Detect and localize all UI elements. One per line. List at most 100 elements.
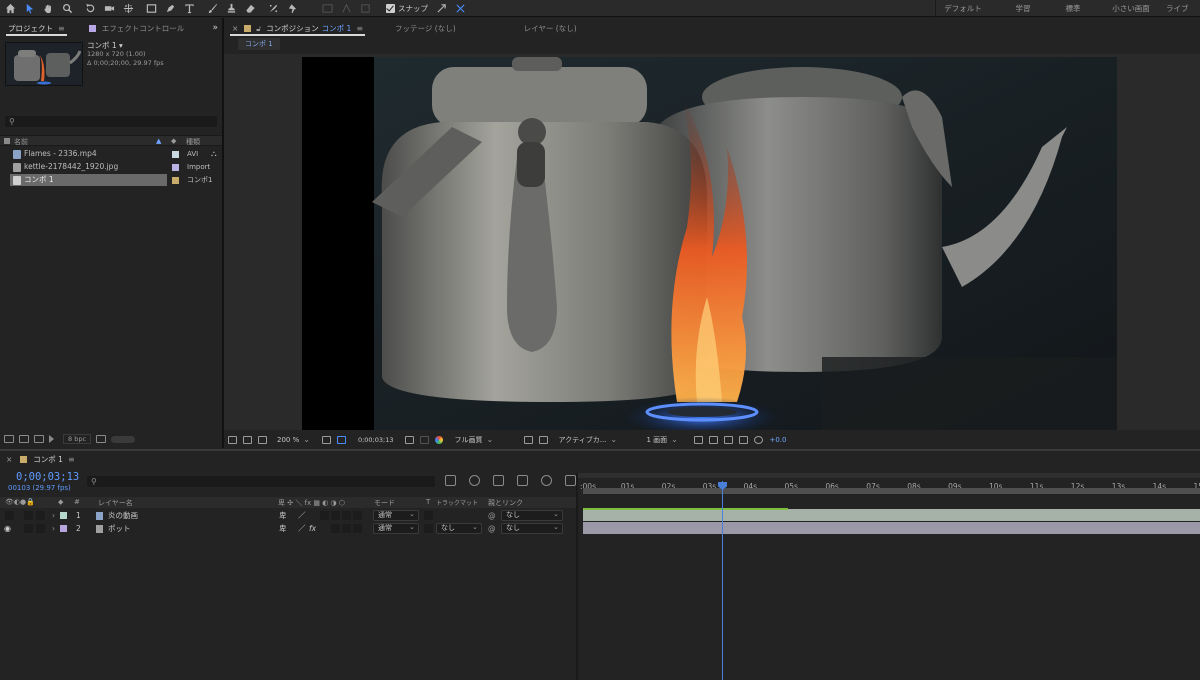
project-item-flames[interactable]: Flames - 2336.mp4 AVI ⛬ (0, 148, 222, 160)
tab-composition[interactable]: × 🔓︎ コンポジション コンポ 1 ≡ (224, 20, 371, 37)
tab-footage[interactable]: フッテージ (なし) (387, 20, 464, 37)
label-swatch[interactable] (172, 177, 179, 184)
workspace-small-screen[interactable]: 小さい画面 (1096, 3, 1166, 14)
layer-label-swatch[interactable] (60, 512, 67, 519)
composition-viewer[interactable] (224, 54, 1200, 430)
snap-checkbox[interactable] (386, 3, 395, 13)
hand-icon[interactable] (40, 0, 57, 17)
label-swatch[interactable] (172, 151, 179, 158)
panel-overflow-icon[interactable]: » (212, 23, 218, 33)
col-parent-header[interactable]: 親とリンク (488, 498, 523, 508)
timeline-divider[interactable] (576, 473, 578, 680)
zoom-icon[interactable] (59, 0, 76, 17)
exposure-reset-icon[interactable] (754, 435, 764, 444)
pan-behind-icon[interactable] (120, 0, 137, 17)
switch-box[interactable] (331, 524, 340, 533)
mask-view-icon[interactable] (258, 435, 267, 444)
camera-dropdown[interactable]: アクティブカ... (558, 435, 638, 445)
motion-blur-icon[interactable] (541, 475, 552, 486)
pickwhip-icon[interactable]: @ (488, 522, 496, 535)
exposure-value[interactable]: +0.0 (769, 436, 786, 444)
always-preview-icon[interactable] (228, 435, 237, 444)
col-trkmat-header[interactable]: トラックマット (436, 498, 478, 507)
safe-margins-icon[interactable] (321, 435, 331, 444)
bit-depth-button[interactable]: 8 bpc (63, 434, 92, 444)
switch-box[interactable] (342, 524, 351, 533)
camera-icon[interactable] (101, 0, 118, 17)
expand-icon[interactable]: › (52, 509, 55, 522)
layer-1-duration-bar[interactable] (583, 508, 1200, 521)
frame-blending-icon[interactable] (517, 475, 528, 486)
preserve-transparency-toggle[interactable] (424, 511, 433, 520)
clone-stamp-icon[interactable] (223, 0, 240, 17)
transparency-grid-icon[interactable] (336, 435, 346, 444)
close-icon[interactable]: × (232, 24, 238, 33)
snap-feature-icon[interactable] (452, 0, 469, 17)
panel-menu-icon[interactable]: ≡ (58, 24, 65, 33)
puppet-pin-icon[interactable] (284, 0, 301, 17)
parent-select[interactable]: なし (501, 510, 563, 521)
roto-brush-icon[interactable] (265, 0, 282, 17)
col-mode-header[interactable]: モード (374, 498, 395, 508)
video-toggle[interactable] (5, 511, 14, 520)
layer-row-1[interactable]: › 1 炎の動画 卑 ／ 通常 @ なし (0, 509, 577, 522)
work-area-bar[interactable] (583, 488, 1200, 494)
new-comp-icon[interactable] (34, 435, 44, 443)
color-channel-icon[interactable] (435, 435, 444, 444)
timeline-search-input[interactable]: ⚲ (87, 476, 435, 487)
fast-previews-icon[interactable] (709, 435, 719, 444)
playhead-line[interactable] (722, 481, 723, 680)
label-swatch[interactable] (172, 164, 179, 171)
layer-label-swatch[interactable] (60, 525, 67, 532)
switch-box[interactable] (342, 511, 351, 520)
shy-switch-icon[interactable]: 卑 (279, 509, 287, 522)
tab-effect-controls[interactable]: エフェクトコントロール (81, 20, 193, 37)
fx-switch-icon[interactable]: fx (309, 522, 316, 535)
pickwhip-icon[interactable]: @ (488, 509, 496, 522)
project-item-comp[interactable]: コンポ 1 コンポ1 (0, 174, 222, 186)
workspace-default[interactable]: デフォルト (930, 3, 996, 14)
snap-toggle[interactable]: スナップ (386, 3, 428, 14)
workspace-libraries[interactable]: ライブ (1166, 3, 1200, 14)
expand-icon[interactable]: › (52, 522, 55, 535)
switch-box[interactable] (353, 524, 362, 533)
switch-box[interactable] (331, 511, 340, 520)
timeline-link-icon[interactable] (724, 435, 734, 444)
panel-menu-icon[interactable]: ≡ (356, 24, 363, 33)
toggle-pixel-aspect-icon[interactable] (694, 435, 704, 444)
interpret-footage-icon[interactable] (4, 435, 14, 443)
graph-editor-icon[interactable] (565, 475, 576, 486)
draft-3d-icon[interactable] (469, 475, 480, 486)
comp-flowchart-crumb[interactable]: コンポ 1 (238, 38, 280, 50)
parent-select[interactable]: なし (501, 523, 563, 534)
project-item-kettle[interactable]: kettle-2178442_1920.jpg Import (0, 161, 222, 173)
lock-toggle[interactable] (36, 524, 45, 533)
switch-box[interactable] (320, 511, 329, 520)
brush-icon[interactable] (204, 0, 221, 17)
quality-switch-icon[interactable]: ／ (298, 522, 306, 535)
shy-switch-icon[interactable]: 卑 (279, 522, 287, 535)
col-type-header[interactable]: 種類 (186, 137, 200, 147)
col-name-header[interactable]: 名前 (14, 137, 28, 147)
composition-canvas[interactable] (302, 57, 1117, 430)
thumbnail-slider[interactable] (111, 435, 136, 443)
tab-timeline-comp[interactable]: コンポ 1 (33, 454, 63, 465)
toggle-transparency-icon[interactable] (539, 435, 549, 444)
selection-tool-icon[interactable] (21, 0, 38, 17)
preserve-transparency-toggle[interactable] (424, 524, 433, 533)
workspace-standard[interactable]: 標準 (1050, 3, 1096, 14)
pen-icon[interactable] (162, 0, 179, 17)
views-dropdown[interactable]: 1 画面 (646, 435, 688, 445)
workspace-learn[interactable]: 学習 (996, 3, 1050, 14)
track-matte-select[interactable]: なし (436, 523, 482, 534)
home-icon[interactable] (2, 0, 19, 17)
close-icon[interactable]: × (6, 455, 12, 464)
solo-toggle[interactable] (24, 524, 33, 533)
rectangle-icon[interactable] (143, 0, 160, 17)
layer-name[interactable]: ポット (108, 522, 131, 535)
tab-project[interactable]: プロジェクト ≡ (0, 20, 73, 37)
tab-layer[interactable]: レイヤー (なし) (516, 20, 585, 37)
shy-layers-icon[interactable] (493, 475, 504, 486)
current-time-display[interactable]: 0;00;03;13 (358, 436, 394, 444)
type-icon[interactable] (181, 0, 198, 17)
